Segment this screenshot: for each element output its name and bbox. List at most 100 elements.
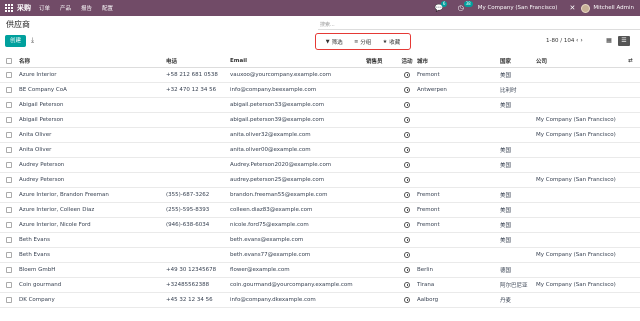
- filters-button[interactable]: ▼ 筛选: [326, 38, 343, 46]
- menu-configuration[interactable]: 配置: [102, 4, 113, 12]
- activity-clock-icon[interactable]: [404, 117, 410, 123]
- row-checkbox[interactable]: [6, 252, 12, 258]
- avatar[interactable]: [581, 3, 591, 13]
- activity-clock-icon[interactable]: [404, 177, 410, 183]
- app-name[interactable]: 采购: [17, 3, 31, 13]
- cell-country: 阿尔巴尼亚: [500, 283, 528, 289]
- activity-clock-icon[interactable]: [404, 297, 410, 303]
- row-checkbox[interactable]: [6, 117, 12, 123]
- table-row[interactable]: Anita Oliver anita.oliver32@example.com My…: [0, 128, 640, 143]
- favorites-button[interactable]: ★ 收藏: [383, 38, 401, 46]
- chevron-left-icon[interactable]: ‹: [576, 37, 578, 44]
- cell-email: nicole.ford75@example.com: [230, 222, 309, 228]
- table-row[interactable]: Abigail Peterson abigail.peterson39@examp…: [0, 113, 640, 128]
- cell-company: [536, 143, 632, 157]
- table-row[interactable]: Bloem GmbH +49 30 12345678 flower@example.…: [0, 263, 640, 278]
- row-checkbox[interactable]: [6, 177, 12, 183]
- activity-clock-icon[interactable]: [404, 267, 410, 273]
- cell-name: Bloem GmbH: [19, 267, 56, 273]
- cell-phone: [166, 233, 226, 247]
- company-switcher[interactable]: My Company (San Francisco): [478, 5, 558, 11]
- menu-orders[interactable]: 订单: [39, 4, 50, 12]
- user-menu[interactable]: Mitchell Admin: [593, 5, 634, 11]
- table-row[interactable]: Audrey Peterson audrey.peterson25@example…: [0, 173, 640, 188]
- cell-country: 美国: [500, 208, 512, 214]
- activity-clock-icon[interactable]: [404, 252, 410, 258]
- table-row[interactable]: Beth Evans beth.evans@example.com 美国: [0, 233, 640, 248]
- row-checkbox[interactable]: [6, 87, 12, 93]
- search-input[interactable]: 搜索...: [318, 20, 640, 30]
- activities-button[interactable]: ◷ 38: [458, 1, 473, 12]
- activity-clock-icon[interactable]: [404, 102, 410, 108]
- cell-name: Azure Interior, Nicole Ford: [19, 222, 91, 228]
- cell-company: [536, 188, 632, 202]
- row-checkbox[interactable]: [6, 102, 12, 108]
- menu-reports[interactable]: 报告: [81, 4, 92, 12]
- create-button[interactable]: 创建: [5, 35, 26, 47]
- groupby-button[interactable]: ≡ 分组: [354, 38, 371, 46]
- table-row[interactable]: Azure Interior, Nicole Ford (946)-638-603…: [0, 218, 640, 233]
- list-view-icon[interactable]: ☰: [618, 36, 630, 46]
- messages-button[interactable]: 💬 6: [435, 1, 448, 12]
- header-activity[interactable]: 活动: [401, 55, 413, 67]
- header-city[interactable]: 城市: [417, 55, 497, 67]
- table-row[interactable]: Beth Evans beth.evans77@example.com My Com…: [0, 248, 640, 263]
- activity-clock-icon[interactable]: [404, 72, 410, 78]
- table-row[interactable]: Audrey Peterson Audrey.Peterson2020@examp…: [0, 158, 640, 173]
- table-row[interactable]: Azure Interior, Colleen Diaz (255)-595-83…: [0, 203, 640, 218]
- table-row[interactable]: BE Company CoA +32 470 12 34 56 info@compa…: [0, 83, 640, 98]
- header-phone[interactable]: 电话: [166, 55, 226, 67]
- cell-city: Fremont: [417, 222, 440, 228]
- cell-city: Berlin: [417, 267, 433, 273]
- cell-email: Audrey.Peterson2020@example.com: [230, 162, 332, 168]
- header-name[interactable]: 名称: [19, 55, 164, 67]
- header-company[interactable]: 公司: [536, 55, 632, 67]
- activity-clock-icon[interactable]: [404, 207, 410, 213]
- row-checkbox[interactable]: [6, 297, 12, 303]
- row-checkbox[interactable]: [6, 147, 12, 153]
- cell-country: [500, 128, 534, 142]
- activity-clock-icon[interactable]: [404, 132, 410, 138]
- activity-clock-icon[interactable]: [404, 192, 410, 198]
- activity-clock-icon[interactable]: [404, 162, 410, 168]
- activity-clock-icon[interactable]: [404, 237, 410, 243]
- kanban-view-icon[interactable]: ▦: [604, 36, 614, 46]
- download-icon[interactable]: ⤓: [31, 36, 34, 45]
- row-checkbox[interactable]: [6, 192, 12, 198]
- cell-name: Abigail Peterson: [19, 117, 64, 123]
- pager-value[interactable]: 1-80 / 104: [546, 38, 574, 44]
- table-row[interactable]: DK Company +45 32 12 34 56 info@company.dk…: [0, 293, 640, 308]
- table-row[interactable]: Abigail Peterson abigail.peterson33@examp…: [0, 98, 640, 113]
- row-checkbox[interactable]: [6, 132, 12, 138]
- row-checkbox[interactable]: [6, 267, 12, 273]
- header-salesperson[interactable]: 销售员: [366, 55, 396, 67]
- activity-clock-icon[interactable]: [404, 147, 410, 153]
- table-body: Azure Interior +58 212 681 0538 vauxoo@you…: [0, 68, 640, 308]
- select-all-checkbox[interactable]: [6, 58, 12, 64]
- cell-city: Tirana: [417, 282, 435, 288]
- table-row[interactable]: Coin gourmand +32485562388 coin.gourmand@y…: [0, 278, 640, 293]
- chevron-right-icon[interactable]: ›: [580, 37, 582, 44]
- menu-products[interactable]: 产品: [60, 4, 71, 12]
- cell-city: [417, 113, 497, 127]
- activity-clock-icon[interactable]: [404, 282, 410, 288]
- column-options-icon[interactable]: ⇄: [628, 55, 638, 67]
- row-checkbox[interactable]: [6, 222, 12, 228]
- row-checkbox[interactable]: [6, 237, 12, 243]
- activity-clock-icon[interactable]: [404, 87, 410, 93]
- row-checkbox[interactable]: [6, 72, 12, 78]
- cell-city: [417, 128, 497, 142]
- row-checkbox[interactable]: [6, 162, 12, 168]
- header-email[interactable]: Email: [230, 55, 365, 67]
- header-country[interactable]: 国家: [500, 55, 534, 67]
- main-menu: 订单 产品 报告 配置: [39, 4, 123, 12]
- app-menu-grid-icon[interactable]: [4, 3, 14, 13]
- table-row[interactable]: Azure Interior +58 212 681 0538 vauxoo@you…: [0, 68, 640, 83]
- row-checkbox[interactable]: [6, 207, 12, 213]
- activity-clock-icon[interactable]: [404, 222, 410, 228]
- row-checkbox[interactable]: [6, 282, 12, 288]
- debug-tools-icon[interactable]: ✕: [569, 4, 575, 12]
- table-row[interactable]: Anita Oliver anita.oliver00@example.com 美国: [0, 143, 640, 158]
- cell-email: info@company.dkexample.com: [230, 297, 316, 303]
- table-row[interactable]: Azure Interior, Brandon Freeman (355)-687…: [0, 188, 640, 203]
